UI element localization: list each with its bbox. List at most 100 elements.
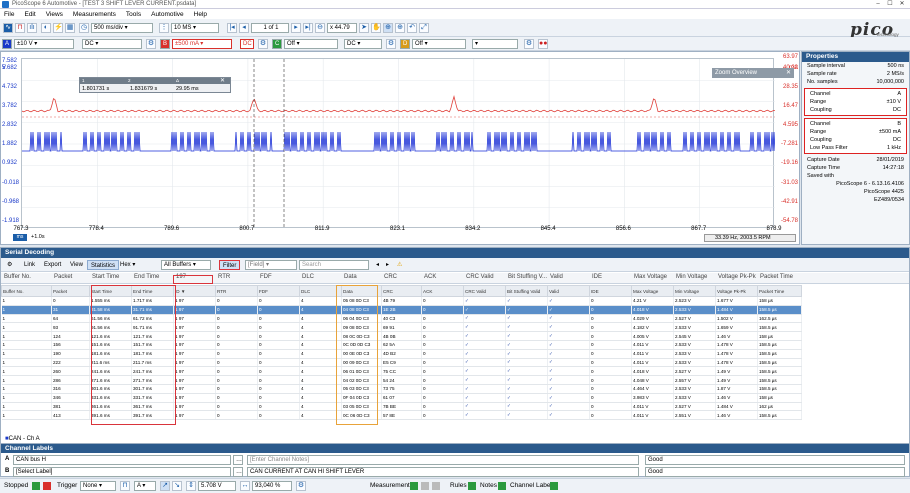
spectrum-mode-icon[interactable]: ılı: [27, 23, 37, 33]
search-next-icon[interactable]: ▸: [383, 260, 392, 270]
channel-labels-label[interactable]: Channel Labels: [510, 482, 555, 489]
channel-a-notes-input[interactable]: [Enter Channel Notes]: [247, 455, 639, 465]
zoom-icon[interactable]: ⊕: [383, 23, 393, 33]
column-header[interactable]: RTR: [215, 285, 258, 297]
channel-d-options-icon[interactable]: ⚙: [524, 39, 534, 49]
menu-file[interactable]: File: [4, 11, 14, 18]
search-prev-icon[interactable]: ◂: [373, 260, 382, 270]
rising-edge-icon[interactable]: ↗: [160, 481, 170, 491]
column-header[interactable]: Data: [341, 285, 382, 297]
table-row[interactable]: 1 381 361.6 ms 361.7 ms 1 97 0 0 4 03 05 0D C3 7B…: [1, 402, 802, 412]
menu-edit[interactable]: Edit: [24, 11, 35, 18]
channel-d-badge[interactable]: D: [400, 39, 410, 49]
channel-b-badge[interactable]: B: [160, 39, 170, 49]
undo-zoom-icon[interactable]: ↶: [407, 23, 417, 33]
last-page-icon[interactable]: ▸|: [303, 23, 313, 33]
channel-b-label-more[interactable]: …: [233, 467, 243, 477]
channel-b-options-icon[interactable]: ⚙: [258, 39, 268, 49]
persistence-mode-icon[interactable]: ⊓: [15, 23, 25, 33]
export-button[interactable]: Export: [41, 260, 64, 270]
channel-a-label-select[interactable]: CAN bus H: [13, 455, 231, 465]
column-header[interactable]: CRC Valid: [463, 285, 506, 297]
channel-a-status[interactable]: Good: [645, 455, 905, 465]
column-header[interactable]: Packet Time: [757, 285, 802, 297]
stop-icon[interactable]: [43, 482, 51, 490]
trigger-settings-icon[interactable]: ⚙: [296, 481, 306, 491]
channel-a-range[interactable]: ±10 V ▾: [14, 39, 74, 49]
channel-a-badge[interactable]: A: [2, 39, 12, 49]
timebase-select[interactable]: 500 ms/div ▾: [91, 23, 153, 33]
channel-a-coupling[interactable]: DC ▾: [82, 39, 142, 49]
table-row[interactable]: 1 346 331.6 ms 331.7 ms 1 97 0 0 4 0F 04 0D C3 61…: [1, 393, 802, 403]
channel-b-coupling[interactable]: DC: [240, 39, 254, 49]
trigger-level-input[interactable]: 5.708 V: [198, 481, 236, 491]
table-row[interactable]: 1 0 1.555 ms 1.717 ms 1 97 0 0 4 05 08 0D C3 4B 7…: [1, 296, 802, 306]
column-header[interactable]: Valid: [547, 285, 590, 297]
channel-d-coupling[interactable]: ▾: [472, 39, 518, 49]
samples-select[interactable]: 10 MS ▾: [171, 23, 219, 33]
menu-measurements[interactable]: Measurements: [73, 11, 116, 18]
measurements-label[interactable]: Measurements: [370, 482, 413, 489]
zoom-overview-close-icon[interactable]: ✕: [786, 68, 791, 78]
notes-label[interactable]: Notes: [480, 482, 497, 489]
channel-b-label-select[interactable]: [Select Label]: [13, 467, 231, 477]
ruler-close-icon[interactable]: ✕: [220, 77, 225, 84]
decode-footer-label[interactable]: CAN - Ch A: [9, 436, 40, 442]
channel-b-range[interactable]: ±500 mA ▾: [172, 39, 232, 49]
signal-generator-icon[interactable]: ●●: [538, 39, 548, 49]
column-header[interactable]: DLC: [299, 285, 342, 297]
decode-table-wrap[interactable]: Buffer No. Packet Start Time End Time ID ▼ RT…: [1, 285, 909, 435]
table-row[interactable]: 1 31 31.58 ms 31.71 ms 1 97 0 0 4 04 08 0D C3 1E …: [1, 305, 802, 315]
channel-d-state[interactable]: Off ▾: [412, 39, 466, 49]
filter-header-cell[interactable]: 197: [176, 274, 186, 280]
hand-icon[interactable]: ✋: [371, 23, 381, 33]
channel-labels-icon[interactable]: [550, 482, 558, 490]
column-header[interactable]: End Time: [131, 285, 174, 297]
edit-measurement-icon[interactable]: [421, 482, 429, 490]
menu-tools[interactable]: Tools: [126, 11, 141, 18]
add-measurement-icon[interactable]: [410, 482, 418, 490]
trigger-mode-select[interactable]: None ▾: [80, 481, 116, 491]
channel-c-state[interactable]: Off ▾: [284, 39, 338, 49]
table-row[interactable]: 1 190 181.6 ms 181.7 ms 1 97 0 0 4 00 0E 0D C3 4D…: [1, 349, 802, 359]
prev-page-icon[interactable]: ◂: [239, 23, 249, 33]
filter-button[interactable]: Filter: [219, 260, 241, 270]
pointer-icon[interactable]: ➤: [359, 23, 369, 33]
table-row[interactable]: 1 93 91.56 ms 91.71 ms 1 97 0 0 4 09 08 0D C3 69 …: [1, 322, 802, 333]
menu-help[interactable]: Help: [194, 11, 207, 18]
notes-icon[interactable]: [498, 482, 506, 490]
column-header[interactable]: Start Time: [89, 285, 132, 297]
channel-b-status[interactable]: Good: [645, 467, 905, 477]
maximize-button[interactable]: ☐: [884, 0, 896, 9]
table-row[interactable]: 1 124 121.6 ms 121.7 ms 1 97 0 0 4 08 0C 0D C3 4B…: [1, 331, 802, 341]
close-button[interactable]: ✕: [896, 0, 908, 9]
zoom-in-icon[interactable]: ⊕: [395, 23, 405, 33]
column-header[interactable]: Packet: [51, 285, 90, 297]
channel-a-options-icon[interactable]: ⚙: [146, 39, 156, 49]
falling-edge-icon[interactable]: ↘: [172, 481, 182, 491]
trigger-type-icon[interactable]: ⊓: [120, 481, 130, 491]
column-header[interactable]: ID ▼: [173, 285, 216, 297]
rules-label[interactable]: Rules: [450, 482, 467, 489]
channel-c-badge[interactable]: C: [272, 39, 282, 49]
link-button[interactable]: Link: [21, 260, 38, 270]
decode-settings-icon[interactable]: ⚙: [4, 260, 15, 270]
column-header[interactable]: CRC: [381, 285, 422, 297]
column-header[interactable]: Voltage Pk-Pk: [715, 285, 758, 297]
zoom-out-icon[interactable]: ⊖: [315, 23, 325, 33]
table-row[interactable]: 1 260 241.6 ms 241.7 ms 1 97 0 0 4 06 01 0D C3 75…: [1, 366, 802, 377]
rules-icon[interactable]: [468, 482, 476, 490]
open-icon[interactable]: ◐: [41, 23, 51, 33]
table-row[interactable]: 1 316 301.6 ms 301.7 ms 1 97 0 0 4 05 03 0D C3 73…: [1, 384, 802, 394]
table-row[interactable]: 1 222 211.6 ms 211.7 ms 1 97 0 0 4 00 09 0D C3 E5…: [1, 358, 802, 368]
field-select[interactable]: [Field] ▾: [245, 260, 297, 270]
trigger-channel-select[interactable]: A ▾: [134, 481, 156, 491]
first-page-icon[interactable]: |◂: [227, 23, 237, 33]
menu-views[interactable]: Views: [46, 11, 63, 18]
scope-mode-icon[interactable]: ∿: [3, 23, 13, 33]
probe-icon[interactable]: ⚡: [53, 23, 63, 33]
table-row[interactable]: 1 286 271.6 ms 271.7 ms 1 97 0 0 4 04 02 0D C3 54…: [1, 375, 802, 385]
statistics-button[interactable]: Statistics: [87, 260, 120, 270]
table-row[interactable]: 1 156 151.6 ms 151.7 ms 1 97 0 0 4 0C 0D 0D C3 62…: [1, 340, 802, 350]
channel-a-label-more[interactable]: …: [233, 455, 243, 465]
